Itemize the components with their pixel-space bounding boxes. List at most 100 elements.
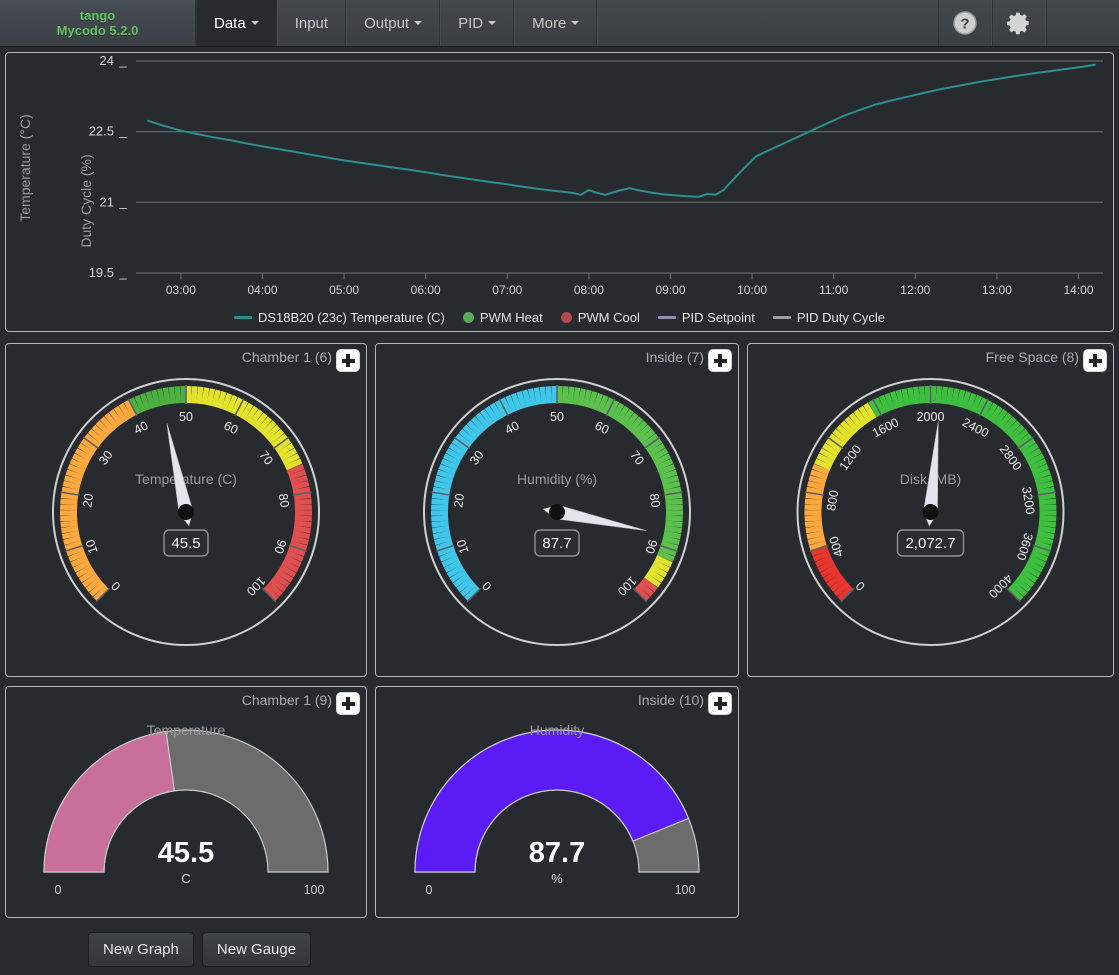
gauge-tick: [807, 533, 824, 536]
gauge-tick: [1039, 518, 1056, 519]
gauge-tick-label: 100: [615, 574, 640, 599]
solid-gauge-value: 45.5: [158, 837, 214, 869]
gauge-tick: [199, 387, 201, 404]
nav-item-pid-label: PID: [458, 15, 483, 32]
legend-label: PWM Heat: [480, 310, 543, 325]
brand-logo[interactable]: tango Mycodo 5.2.0: [0, 0, 196, 46]
nav-item-input[interactable]: Input: [277, 0, 346, 46]
nav-item-data-label: Data: [214, 15, 246, 32]
gauge-tick-label: 4000: [986, 571, 1016, 601]
nav-item-data[interactable]: Data: [196, 0, 277, 46]
gauge-tick: [910, 388, 913, 405]
footer-actions: New Graph New Gauge: [0, 923, 1119, 975]
gauge-tick-label: 40: [132, 418, 151, 437]
y-axis-title-secondary: Duty Cycle (%): [78, 154, 94, 247]
legend-item[interactable]: PWM Cool: [561, 310, 640, 325]
new-graph-button[interactable]: New Graph: [88, 932, 194, 967]
gauge-tick: [943, 387, 945, 404]
dial-gauge-2[interactable]: 040080012001600200024002800320036004000D…: [748, 344, 1113, 676]
nav-item-output[interactable]: Output: [346, 0, 440, 46]
legend-line-icon: [658, 316, 676, 319]
new-gauge-button[interactable]: New Gauge: [202, 932, 311, 967]
gauge-tick: [953, 389, 957, 406]
gauge-tick: [60, 518, 77, 519]
solid-gauge-1[interactable]: Humidity87.7%0100: [376, 687, 738, 917]
gauge-tick: [431, 501, 448, 502]
gauge-tick: [60, 507, 77, 508]
chevron-down-icon: [488, 21, 496, 25]
gauge-tick: [938, 386, 939, 403]
gauge-needle-hub: [549, 504, 565, 520]
dial-gauge-0[interactable]: 0102030405060708090100Temperature (C)45.…: [6, 344, 366, 676]
brand-version: Mycodo 5.2.0: [57, 23, 139, 38]
add-widget-button[interactable]: [708, 349, 732, 372]
gauge-tick: [575, 388, 578, 405]
gauge-tick-label: 3200: [1019, 486, 1037, 516]
gauge-tick: [194, 386, 195, 403]
y-axis-tick-label: 22.5: [89, 124, 114, 139]
gauge-tick: [948, 388, 951, 405]
graph-panel: 24_22.5_21_19.5_03:0004:0005:0006:0007:0…: [5, 52, 1114, 332]
y-axis-tick-mark: _: [118, 194, 127, 209]
gauge-panel-free-space-disk: Free Space (8) 0400800120016002000240028…: [747, 343, 1114, 677]
chevron-down-icon: [414, 21, 422, 25]
gauge-tick: [209, 389, 213, 406]
legend-item[interactable]: PID Duty Cycle: [773, 310, 885, 325]
gauge-tick-label: 0: [853, 579, 868, 594]
gauge-tick: [60, 501, 77, 502]
gauge-tick: [61, 495, 78, 497]
chevron-down-icon: [571, 21, 579, 25]
gauge-tick: [204, 388, 207, 405]
legend-item[interactable]: PWM Heat: [463, 310, 543, 325]
gauge-measurement-label: Humidity (%): [517, 471, 597, 487]
brand-host: tango: [80, 8, 115, 23]
x-axis-tick-label: 09:00: [655, 283, 685, 297]
gauge-tick: [294, 523, 311, 525]
gauge-value-text: 45.5: [171, 535, 200, 552]
dial-gauge-svg: 040080012001600200024002800320036004000D…: [748, 344, 1113, 678]
x-axis-tick-label: 05:00: [329, 283, 359, 297]
legend-item[interactable]: DS18B20 (23c) Temperature (C): [234, 310, 445, 325]
gauge-tick: [805, 501, 822, 502]
help-button[interactable]: ?: [938, 0, 992, 46]
x-axis-tick-label: 04:00: [247, 283, 277, 297]
temperature-chart[interactable]: 24_22.5_21_19.5_03:0004:0005:0006:0007:0…: [6, 53, 1113, 331]
solid-gauge-max-label: 100: [304, 883, 325, 897]
add-widget-button[interactable]: [708, 692, 732, 715]
solid-gauge-0[interactable]: Temperature45.5C0100: [6, 687, 366, 917]
settings-button[interactable]: [992, 0, 1046, 46]
nav-item-more[interactable]: More: [514, 0, 597, 46]
solid-gauge-fill: [44, 731, 174, 872]
solid-gauge-label: Temperature: [147, 722, 226, 738]
gauge-tick: [666, 518, 683, 519]
solid-gauge-value: 87.7: [529, 837, 585, 869]
gauge-tick: [431, 518, 448, 519]
gauge-tick: [565, 386, 566, 403]
navbar-tail: [1046, 0, 1119, 46]
solid-gauge-unit: %: [551, 871, 563, 886]
gauge-tick-label: 80: [276, 493, 292, 509]
gauge-tick: [432, 495, 449, 497]
gauge-tick-label: 2400: [960, 415, 991, 440]
gauge-tick: [293, 533, 310, 536]
legend-line-icon: [773, 316, 791, 319]
gauge-tick: [805, 523, 822, 525]
nav-item-output-label: Output: [364, 15, 409, 32]
gauge-tick-label: 60: [593, 418, 612, 437]
gauge-tick-label: 0: [109, 579, 124, 594]
gauge-tick: [666, 507, 683, 508]
y-axis-tick-mark: _: [118, 53, 127, 68]
legend-item[interactable]: PID Setpoint: [658, 310, 755, 325]
add-widget-button[interactable]: [1083, 349, 1107, 372]
gauge-tick: [61, 523, 78, 525]
gauge-tick-label: 60: [222, 418, 241, 437]
chart-legend: DS18B20 (23c) Temperature (C) PWM Heat PWM…: [6, 310, 1113, 325]
gauge-tick: [806, 495, 823, 497]
x-axis-tick-label: 07:00: [492, 283, 522, 297]
dial-gauge-1[interactable]: 0102030405060708090100Humidity (%)87.7: [376, 344, 738, 676]
add-widget-button[interactable]: [336, 349, 360, 372]
gauge-tick-label: 40: [503, 418, 522, 437]
nav-item-pid[interactable]: PID: [440, 0, 514, 46]
add-widget-button[interactable]: [336, 692, 360, 715]
x-axis-tick-label: 06:00: [411, 283, 441, 297]
